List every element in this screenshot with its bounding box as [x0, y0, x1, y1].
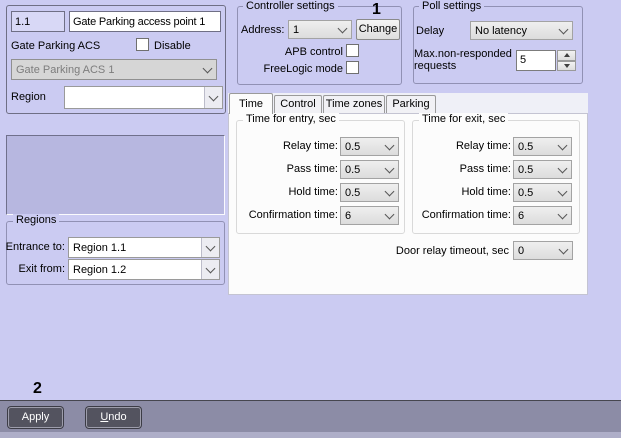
controller-settings-title: Controller settings [243, 0, 338, 12]
chevron-down-icon [381, 138, 398, 155]
freelogic-mode-label: FreeLogic mode [240, 63, 343, 75]
chevron-down-icon [204, 87, 222, 108]
spin-down-button[interactable] [557, 61, 576, 72]
door-relay-timeout-label: Door relay timeout, sec [380, 245, 509, 257]
access-point-id-field[interactable] [11, 11, 65, 32]
entry-relay-time-label: Relay time: [238, 140, 338, 152]
door-relay-timeout-combo[interactable]: 0 [513, 241, 573, 260]
apply-button[interactable]: Apply [8, 407, 63, 428]
bottom-strip [0, 432, 621, 438]
chevron-down-icon [381, 184, 398, 201]
poll-settings-title: Poll settings [419, 0, 484, 12]
exit-hold-time-combo[interactable]: 0.5 [513, 183, 572, 202]
region-combo[interactable] [64, 86, 223, 109]
change-button[interactable]: Change [356, 19, 400, 40]
regions-group-title: Regions [13, 214, 59, 226]
entry-pass-time-label: Pass time: [238, 163, 338, 175]
undo-button[interactable]: Undo [86, 407, 141, 428]
apb-control-checkbox[interactable] [346, 44, 359, 57]
entrance-region-combo[interactable]: Region 1.1 [68, 237, 220, 258]
entry-confirmation-time-label: Confirmation time: [238, 209, 338, 221]
max-requests-spinner[interactable] [557, 50, 576, 71]
acs-label: Gate Parking ACS [11, 40, 100, 52]
chevron-down-icon [555, 22, 572, 39]
access-point-name-field[interactable] [69, 11, 221, 32]
time-exit-title: Time for exit, sec [419, 113, 508, 125]
entry-hold-time-label: Hold time: [238, 186, 338, 198]
exit-hold-time-label: Hold time: [410, 186, 511, 198]
exit-pass-time-combo[interactable]: 0.5 [513, 160, 572, 179]
address-combo[interactable]: 1 [288, 20, 352, 39]
chevron-down-icon [201, 238, 219, 257]
chevron-down-icon [381, 207, 398, 224]
exit-from-label: Exit from: [0, 263, 65, 275]
address-label: Address: [241, 24, 284, 36]
spin-up-button[interactable] [557, 50, 576, 61]
chevron-down-icon [381, 161, 398, 178]
entrance-to-label: Entrance to: [0, 241, 65, 253]
exit-confirmation-time-combo[interactable]: 6 [513, 206, 572, 225]
apb-control-label: APB control [240, 46, 343, 58]
disable-label: Disable [154, 40, 191, 52]
chevron-down-icon [554, 138, 571, 155]
chevron-down-icon [334, 21, 351, 38]
entry-pass-time-combo[interactable]: 0.5 [340, 160, 399, 179]
tab-parking[interactable]: Parking [386, 95, 436, 113]
chevron-down-icon [554, 161, 571, 178]
exit-relay-time-label: Relay time: [410, 140, 511, 152]
chevron-down-icon [554, 207, 571, 224]
delay-label: Delay [416, 25, 444, 37]
delay-combo[interactable]: No latency [470, 21, 573, 40]
disable-checkbox[interactable] [136, 38, 149, 51]
freelogic-mode-checkbox[interactable] [346, 61, 359, 74]
poll-settings-group [413, 6, 583, 84]
exit-relay-time-combo[interactable]: 0.5 [513, 137, 572, 156]
chevron-down-icon [201, 260, 219, 279]
callout-1: 1 [372, 1, 381, 19]
max-requests-label: Max.non-responded requests [414, 48, 512, 72]
time-entry-title: Time for entry, sec [243, 113, 339, 125]
callout-2: 2 [33, 380, 42, 398]
tab-control[interactable]: Control [274, 95, 322, 113]
tab-time-zones[interactable]: Time zones [323, 95, 385, 113]
region-label: Region [11, 91, 46, 103]
chevron-down-icon [199, 60, 216, 79]
exit-confirmation-time-label: Confirmation time: [410, 209, 511, 221]
exit-pass-time-label: Pass time: [410, 163, 511, 175]
exit-region-combo[interactable]: Region 1.2 [68, 259, 220, 280]
entry-confirmation-time-combo[interactable]: 6 [340, 206, 399, 225]
tab-time[interactable]: Time [229, 93, 273, 114]
preview-area [6, 135, 225, 215]
entry-relay-time-combo[interactable]: 0.5 [340, 137, 399, 156]
entry-hold-time-combo[interactable]: 0.5 [340, 183, 399, 202]
chevron-down-icon [554, 184, 571, 201]
access-point-identity-box: Gate Parking ACS Disable Gate Parking AC… [6, 5, 226, 114]
chevron-down-icon [555, 242, 572, 259]
max-requests-field[interactable]: 5 [516, 50, 556, 71]
acs-combo[interactable]: Gate Parking ACS 1 [11, 59, 217, 80]
